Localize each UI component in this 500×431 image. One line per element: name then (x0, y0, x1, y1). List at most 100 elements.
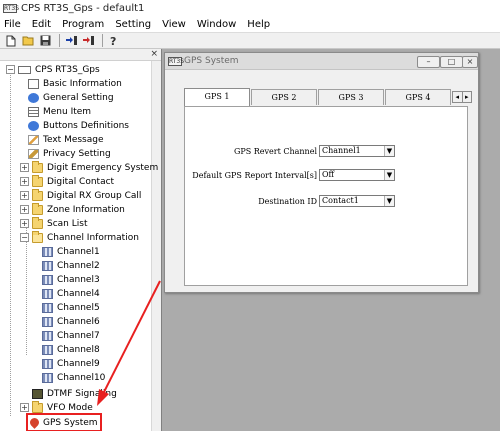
tree-item-channel2[interactable]: Channel2 (42, 259, 100, 272)
blue-circle-icon (28, 92, 39, 103)
save-button[interactable] (38, 34, 52, 47)
tree-scrollbar[interactable] (151, 61, 161, 431)
new-file-button[interactable] (4, 34, 18, 47)
gps-system-window: RT3S GPS System – □ × GPS 1 GPS 2 GPS 3 … (164, 52, 479, 293)
toolbar-separator (59, 34, 60, 47)
help-button[interactable]: ? (107, 34, 121, 47)
tab-scroll-left-icon[interactable]: ◂ (453, 92, 462, 102)
write-radio-button[interactable] (81, 34, 95, 47)
tree-item-label: Channel8 (57, 344, 100, 355)
tree-item-channel4[interactable]: Channel4 (42, 287, 100, 300)
tab-gps-4[interactable]: GPS 4 (385, 89, 451, 105)
tab-gps-3[interactable]: GPS 3 (318, 89, 384, 105)
minimize-button[interactable]: – (417, 56, 440, 68)
collapse-root-toggle[interactable]: − (6, 65, 15, 74)
tree-item-channel10[interactable]: Channel10 (42, 371, 105, 384)
tree-item-channel7[interactable]: Channel7 (42, 329, 100, 342)
expand-toggle[interactable]: + (20, 219, 29, 228)
tree-item-channel1[interactable]: Channel1 (42, 245, 100, 258)
tree-item-privacy-setting[interactable]: Privacy Setting (28, 147, 111, 160)
tree-item-channel-information[interactable]: Channel Information (32, 230, 139, 244)
tree-item-text-message[interactable]: Text Message (28, 133, 104, 146)
open-button[interactable] (21, 34, 35, 47)
maximize-icon: □ (447, 57, 456, 66)
tree-item-menu-item[interactable]: Menu Item (28, 105, 91, 118)
revert-channel-label: GPS Revert Channel (233, 146, 317, 156)
collapse-toggle[interactable]: − (20, 233, 29, 242)
folder-icon (32, 216, 43, 229)
grid-icon (42, 274, 53, 285)
tree-root[interactable]: CPS RT3S_Gps (18, 63, 100, 76)
close-button[interactable]: × (462, 56, 478, 68)
menu-program[interactable]: Program (62, 19, 104, 30)
expand-toggle[interactable]: + (20, 191, 29, 200)
app-logo-icon: RT3S (3, 3, 20, 13)
tab-scroll-right-icon[interactable]: ▸ (461, 92, 472, 102)
gps-window-titlebar[interactable]: RT3S GPS System – □ × (165, 53, 478, 70)
folder-icon (32, 174, 43, 187)
maximize-button[interactable]: □ (440, 56, 463, 68)
tree-item-channel9[interactable]: Channel9 (42, 357, 100, 370)
close-icon: × (466, 57, 474, 66)
gps-tab-page: GPS Revert Channel Channel1 ▼ Default GP… (184, 106, 468, 286)
read-radio-button[interactable] (64, 34, 78, 47)
tree-item-digital-contact[interactable]: Digital Contact (32, 174, 115, 188)
gps-icon (28, 416, 41, 429)
panel-close-icon[interactable]: × (150, 49, 158, 59)
tree-item-label: Digital Contact (47, 176, 115, 187)
write-radio-icon (82, 36, 94, 45)
destination-id-value: Contact1 (322, 196, 359, 205)
tree-item-label: Text Message (43, 134, 104, 145)
grid-icon (42, 246, 53, 257)
tree-item-gps-system[interactable]: GPS System (26, 413, 102, 431)
panel-header: × (0, 49, 161, 61)
tree-item-channel8[interactable]: Channel8 (42, 343, 100, 356)
tab-gps-2[interactable]: GPS 2 (251, 89, 317, 105)
revert-channel-select[interactable]: Channel1 ▼ (319, 145, 395, 157)
tree-item-digit-emergency-system[interactable]: Digit Emergency System (32, 160, 159, 174)
tree-item-vfo-mode[interactable]: VFO Mode (32, 400, 93, 414)
tree-item-label: Channel7 (57, 330, 100, 341)
menu-edit[interactable]: Edit (32, 19, 51, 30)
tree-item-label: Channel5 (57, 302, 100, 313)
help-icon: ? (110, 35, 116, 47)
expand-toggle[interactable]: + (20, 177, 29, 186)
blue-circle-icon (28, 120, 39, 131)
tree-item-label: VFO Mode (47, 402, 93, 413)
gps-tab-strip: GPS 1 GPS 2 GPS 3 GPS 4 ◂ ▸ (184, 88, 472, 106)
tree-item-channel3[interactable]: Channel3 (42, 273, 100, 286)
dtmf-icon (32, 388, 43, 399)
tree-item-channel5[interactable]: Channel5 (42, 301, 100, 314)
tree-item-dtmf-signaling[interactable]: DTMF Signaling (32, 387, 117, 400)
open-folder-icon (22, 36, 33, 46)
tree-item-basic-information[interactable]: Basic Information (28, 77, 122, 90)
read-radio-icon (65, 36, 77, 45)
expand-toggle[interactable]: + (20, 205, 29, 214)
tree-item-label: Digit Emergency System (47, 162, 159, 173)
menu-setting[interactable]: Setting (115, 19, 151, 30)
menu-file[interactable]: File (4, 19, 21, 30)
tree-item-zone-information[interactable]: Zone Information (32, 202, 125, 216)
folder-icon (32, 188, 43, 201)
report-interval-select[interactable]: Off ▼ (319, 169, 395, 181)
save-icon (40, 35, 50, 46)
menu-bar: File Edit Program Setting View Window He… (0, 16, 500, 32)
tree-item-buttons-definitions[interactable]: Buttons Definitions (28, 119, 129, 132)
field-row-report-interval: Default GPS Report Interval[s] (185, 169, 317, 181)
expand-toggle[interactable]: + (20, 403, 29, 412)
tree-item-general-setting[interactable]: General Setting (28, 91, 114, 104)
tree-item-scan-list[interactable]: Scan List (32, 216, 87, 230)
window-title: CPS RT3S_Gps - default1 (21, 2, 145, 14)
menu-help[interactable]: Help (247, 19, 270, 30)
menu-view[interactable]: View (162, 19, 186, 30)
tree-item-digital-rx-group-call[interactable]: Digital RX Group Call (32, 188, 141, 202)
tree-item-label: Channel1 (57, 246, 100, 257)
destination-id-select[interactable]: Contact1 ▼ (319, 195, 395, 207)
folder-icon (32, 400, 43, 413)
menu-window[interactable]: Window (197, 19, 236, 30)
tree-item-channel6[interactable]: Channel6 (42, 315, 100, 328)
expand-toggle[interactable]: + (20, 163, 29, 172)
tree-item-label: GPS System (43, 417, 98, 428)
workspace: × − CPS RT3S_Gps Basic Information Gener… (0, 49, 500, 431)
tab-gps-1[interactable]: GPS 1 (184, 88, 250, 106)
